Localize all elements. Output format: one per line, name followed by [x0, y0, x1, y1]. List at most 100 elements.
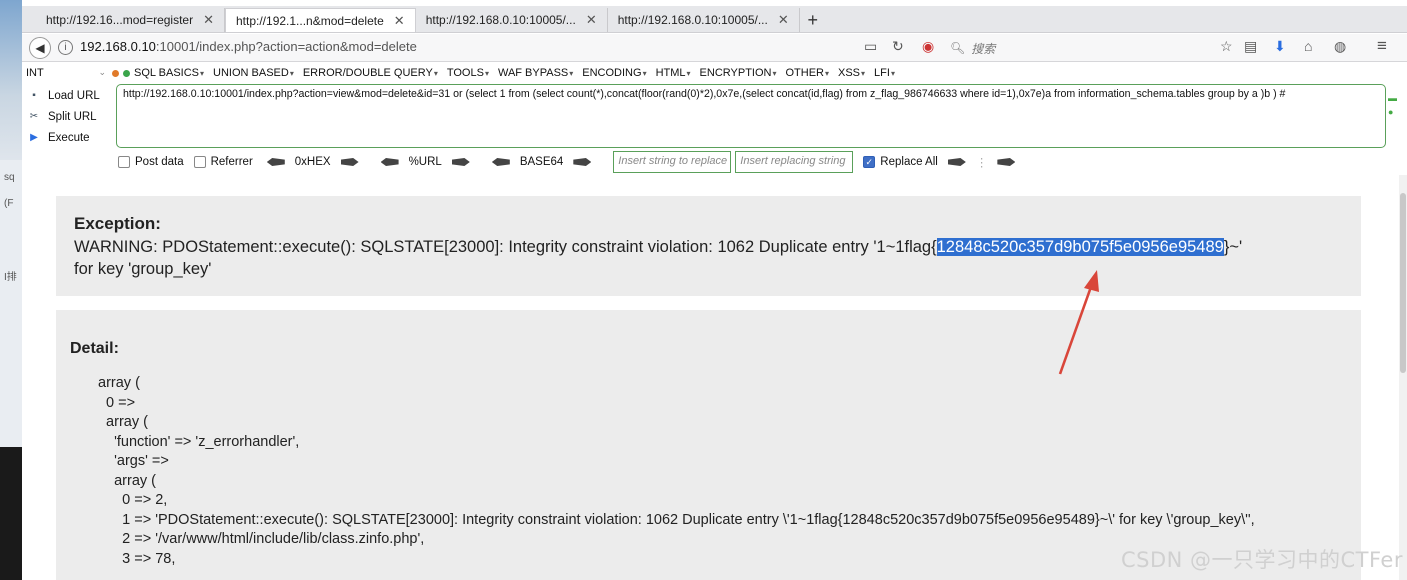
load-url-label: Load URL: [48, 89, 100, 102]
tab-title: http://192.168.0.10:10005/...: [617, 13, 768, 27]
menu-waf-bypass[interactable]: WAF BYPASS: [498, 67, 573, 79]
checkbox-checked: ✓: [863, 155, 876, 168]
menu-encryption[interactable]: ENCRYPTION: [700, 67, 777, 79]
address-bar[interactable]: 192.168.0.10:10001/index.php?action=acti…: [80, 39, 417, 54]
close-icon[interactable]: ✕: [778, 12, 789, 28]
close-icon[interactable]: ✕: [586, 12, 597, 28]
menu-icon[interactable]: ≡: [1377, 36, 1387, 56]
replace-all-label: Replace All: [880, 156, 938, 169]
hackbar-actions: ▪ Load URL ✂ Split URL ▶ Execute: [28, 85, 116, 148]
type-select[interactable]: INT ⌄: [22, 67, 112, 79]
close-icon[interactable]: ✕: [394, 13, 405, 29]
hackbar-side-dots: ▬ ●: [1388, 93, 1397, 117]
desktop-label: (F: [4, 198, 14, 209]
load-url-icon: ▪: [32, 90, 36, 101]
exception-title: Exception:: [74, 214, 161, 233]
menu-html[interactable]: HTML: [656, 67, 691, 79]
tab-bar: http://192.16...mod=register ✕ http://19…: [22, 6, 1407, 33]
replace-string-input[interactable]: Insert string to replace: [613, 151, 732, 173]
detail-title: Detail:: [70, 340, 119, 357]
library-icon[interactable]: ▤: [1244, 38, 1257, 55]
addon-icon[interactable]: ◉: [922, 38, 934, 55]
post-data-label: Post data: [135, 156, 184, 169]
replace-arrow-icon[interactable]: [947, 158, 966, 166]
detail-trace: array ( 0 => array ( 'function' => 'z_er…: [98, 375, 1255, 567]
screenshot-root: sq (F I排 http://192.16...mod=register ✕ …: [0, 0, 1407, 580]
menu-encoding[interactable]: ENCODING: [582, 67, 646, 79]
page-scrollbar[interactable]: [1399, 175, 1407, 580]
replacing-string-input[interactable]: Insert replacing string: [735, 151, 854, 173]
search-placeholder: 搜索: [971, 41, 996, 56]
decode-arrow-icon[interactable]: [491, 158, 510, 166]
extension-icon[interactable]: ◍: [1334, 38, 1346, 55]
encode-arrow-icon[interactable]: [451, 158, 470, 166]
split-url-button[interactable]: ✂ Split URL: [28, 106, 116, 127]
status-dot-icon: [112, 69, 119, 77]
status-dot-icon: [123, 69, 130, 77]
hackbar-url-textarea[interactable]: http://192.168.0.10:10001/index.php?acti…: [116, 84, 1386, 148]
decode-arrow-icon[interactable]: [380, 158, 399, 166]
search-icon: 🔍︎: [950, 41, 966, 55]
split-url-label: Split URL: [48, 110, 97, 123]
tab-delete[interactable]: http://192.1...n&mod=delete ✕: [225, 8, 416, 32]
menu-other[interactable]: OTHER: [785, 67, 829, 79]
encode-arrow-icon[interactable]: [340, 158, 359, 166]
replace-arrow-icon[interactable]: [997, 158, 1016, 166]
tab-title: http://192.1...n&mod=delete: [236, 13, 384, 28]
chevron-down-icon: ⌄: [98, 67, 106, 77]
detail-box: Detail: array ( 0 => array ( 'function' …: [56, 310, 1361, 580]
hackbar-menu: INT ⌄ SQL BASICS UNION BASED ERROR/DOUBL…: [22, 63, 1407, 83]
download-icon[interactable]: ⬇: [1274, 38, 1286, 55]
home-icon[interactable]: ⌂: [1304, 38, 1312, 54]
back-button[interactable]: ◀: [29, 37, 51, 59]
base64-label: BASE64: [519, 156, 564, 168]
replace-all-checkbox[interactable]: ✓ Replace All: [863, 155, 938, 169]
tab-10005-b[interactable]: http://192.168.0.10:10005/... ✕: [608, 8, 800, 32]
hackbar-panel: ▪ Load URL ✂ Split URL ▶ Execute http://…: [22, 83, 1407, 175]
exception-box: Exception: WARNING: PDOStatement::execut…: [56, 196, 1361, 296]
menu-lfi[interactable]: LFI: [874, 67, 895, 79]
encode-arrow-icon[interactable]: [573, 158, 592, 166]
decode-arrow-icon[interactable]: [266, 158, 285, 166]
execute-label: Execute: [48, 131, 90, 144]
info-icon[interactable]: i: [58, 40, 73, 55]
menu-error-double-query[interactable]: ERROR/DOUBLE QUERY: [303, 67, 438, 79]
navigation-bar: ◀ i 192.168.0.10:10001/index.php?action=…: [22, 34, 1407, 62]
reload-icon[interactable]: ↻: [892, 38, 904, 55]
url-path: :10001/index.php?action=action&mod=delet…: [155, 39, 417, 54]
search-input[interactable]: 🔍︎ 搜索: [950, 37, 1200, 59]
menu-union-based[interactable]: UNION BASED: [213, 67, 294, 79]
hex-encoder: 0xHEX: [266, 156, 359, 168]
referrer-label: Referrer: [210, 156, 253, 169]
post-data-checkbox[interactable]: Post data: [118, 155, 184, 169]
checkbox-box: [193, 155, 206, 168]
close-icon[interactable]: ✕: [203, 12, 214, 28]
type-select-value: INT: [26, 67, 44, 79]
load-url-button[interactable]: ▪ Load URL: [28, 85, 116, 106]
new-tab-button[interactable]: +: [800, 8, 826, 32]
page-content: Exception: WARNING: PDOStatement::execut…: [22, 175, 1407, 580]
exception-msg-end: }~': [1223, 238, 1243, 256]
menu-sql-basics[interactable]: SQL BASICS: [134, 67, 204, 79]
execute-icon: ▶: [30, 132, 38, 143]
tab-register[interactable]: http://192.16...mod=register ✕: [36, 8, 225, 32]
menu-xss[interactable]: XSS: [838, 67, 865, 79]
tab-10005-a[interactable]: http://192.168.0.10:10005/... ✕: [416, 8, 608, 32]
referrer-checkbox[interactable]: Referrer: [193, 155, 253, 169]
desktop-label: I排: [4, 272, 17, 283]
bookmark-star-icon[interactable]: ☆: [1220, 38, 1233, 55]
checkbox-box: [118, 155, 130, 168]
hex-label: 0xHEX: [294, 156, 331, 168]
desktop-label: sq: [4, 172, 15, 183]
scrollbar-thumb[interactable]: [1400, 193, 1406, 373]
split-url-icon: ✂: [29, 111, 39, 122]
exception-msg-start: WARNING: PDOStatement::execute(): SQLSTA…: [74, 238, 937, 256]
reader-view-icon[interactable]: ▭: [864, 38, 877, 55]
hackbar-options: Post data Referrer 0xHEX %URL BASE64 Ins…: [118, 151, 1016, 173]
execute-button[interactable]: ▶ Execute: [28, 127, 116, 148]
exception-msg-line2: for key 'group_key': [74, 260, 212, 278]
menu-tools[interactable]: TOOLS: [447, 67, 489, 79]
flag-highlight: 12848c520c357d9b075f5e0956e95489: [936, 238, 1224, 256]
desktop-wallpaper: [0, 0, 22, 160]
tab-title: http://192.16...mod=register: [46, 13, 194, 27]
